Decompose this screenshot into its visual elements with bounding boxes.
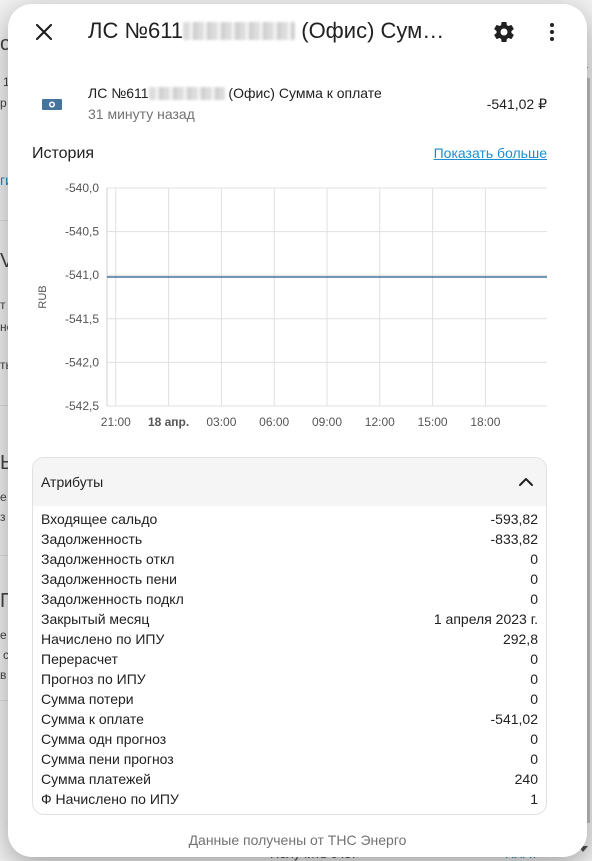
- close-button[interactable]: [32, 20, 56, 44]
- attribute-label: Закрытый месяц: [41, 611, 150, 627]
- attribute-label: Задолженность пени: [41, 571, 177, 587]
- history-chart[interactable]: -540,0 -540,5 -541,0 -541,5 -542,0 -542,521:0…: [32, 174, 552, 444]
- attribute-row: Сумма платежей 240: [33, 769, 546, 789]
- attribute-row: Сумма пени прогноз 0: [33, 749, 546, 769]
- attribute-label: Начислено по ИПУ: [41, 631, 165, 647]
- attribute-label: Сумма одн прогноз: [41, 731, 167, 747]
- bg-fragment: т: [0, 298, 6, 312]
- attribute-row: Сумма одн прогноз 0: [33, 729, 546, 749]
- attribute-value: 1 апреля 2023 г.: [433, 611, 538, 627]
- entity-value: -541,02 ₽: [486, 96, 547, 112]
- attribute-label: Задолженность: [41, 531, 143, 547]
- attribute-value: 1: [530, 791, 538, 807]
- attribute-value: 0: [530, 671, 538, 687]
- x-tick-label: 15:00: [418, 415, 448, 429]
- attribute-label: Задолженность откл: [41, 551, 175, 567]
- attribute-label: Ф Начислено по ИПУ: [41, 791, 179, 807]
- attribute-value: 0: [530, 591, 538, 607]
- x-tick-label: 12:00: [365, 415, 395, 429]
- last-changed: 31 минуту назад: [88, 106, 195, 122]
- y-tick-label: -541,5: [65, 312, 99, 326]
- redacted-block: [148, 87, 225, 100]
- settings-button[interactable]: [492, 20, 516, 44]
- more-info-dialog: ЛС №611 (Офис) Сумм… ЛС №611 (Офис) Сумм…: [8, 4, 587, 857]
- entity-name-suffix: (Офис) Сумма к оплате: [224, 85, 382, 101]
- dots-vertical-icon: [550, 23, 554, 41]
- y-tick-label: -542,5: [65, 399, 99, 413]
- attribute-row: Перерасчет 0: [33, 649, 546, 669]
- attribute-value: 292,8: [502, 631, 538, 647]
- attribute-value: -541,02: [490, 711, 538, 727]
- more-options-button[interactable]: [540, 20, 564, 44]
- attribute-row: Сумма к оплате -541,02: [33, 709, 546, 729]
- attribute-value: 240: [514, 771, 538, 787]
- attributes-list: Входящее сальдо -593,82 Задолженность -833,…: [33, 506, 546, 809]
- attribute-row: Задолженность откл 0: [33, 549, 546, 569]
- gear-icon: [494, 22, 514, 42]
- attribute-row: Закрытый месяц 1 апреля 2023 г.: [33, 609, 546, 629]
- history-title: История: [32, 145, 95, 162]
- y-tick-label: -540,0: [65, 181, 99, 195]
- x-tick-label: 03:00: [206, 415, 236, 429]
- y-tick-label: -542,0: [65, 355, 99, 369]
- bg-fragment: в: [0, 668, 7, 682]
- attribute-row: Задолженность подкл 0: [33, 589, 546, 609]
- attribute-label: Прогноз по ИПУ: [41, 671, 146, 687]
- y-tick-label: -540,5: [65, 225, 99, 239]
- dialog-header: ЛС №611 (Офис) Сумм…: [8, 4, 587, 60]
- attribute-value: 0: [530, 731, 538, 747]
- attribute-label: Сумма потери: [41, 691, 134, 707]
- attribute-value: 0: [530, 571, 538, 587]
- attribute-value: 0: [530, 651, 538, 667]
- attribute-label: Входящее сальдо: [41, 511, 158, 527]
- attribute-label: Сумма пени прогноз: [41, 751, 174, 767]
- show-more-link[interactable]: Показать больше: [434, 145, 547, 161]
- bg-fragment: з: [0, 510, 6, 524]
- bg-fragment: р: [0, 96, 7, 110]
- entity-name: ЛС №611 (Офис) Сумма к оплате: [88, 85, 382, 101]
- attribute-value: 0: [530, 751, 538, 767]
- cash-icon: [42, 99, 62, 110]
- attribute-row: Задолженность пени 0: [33, 569, 546, 589]
- x-tick-label: 09:00: [312, 415, 342, 429]
- attribute-row: Входящее сальдо -593,82: [33, 509, 546, 529]
- entity-name-prefix: ЛС №611: [88, 85, 149, 101]
- attribute-value: -833,82: [490, 531, 538, 547]
- attribute-row: Сумма потери 0: [33, 689, 546, 709]
- x-tick-label: 21:00: [101, 415, 131, 429]
- attribute-row: Начислено по ИПУ 292,8: [33, 629, 546, 649]
- x-tick-label: 06:00: [259, 415, 289, 429]
- title-suffix: (Офис) Сумм…: [295, 18, 448, 43]
- attribute-row: Ф Начислено по ИПУ 1: [33, 789, 546, 809]
- dialog-title: ЛС №611 (Офис) Сумм…: [88, 18, 448, 44]
- title-prefix: ЛС №611: [88, 18, 184, 43]
- entity-state-row: ЛС №611 (Офис) Сумма к оплате 31 минуту …: [8, 82, 587, 126]
- attribute-row: Задолженность -833,82: [33, 529, 546, 549]
- attribute-row: Прогноз по ИПУ 0: [33, 669, 546, 689]
- bg-fragment: е: [0, 490, 7, 504]
- attributes-panel: Атрибуты Входящее сальдо -593,82 Задолженн…: [32, 457, 547, 815]
- attribute-label: Сумма платежей: [41, 771, 151, 787]
- x-tick-label: 18:00: [470, 415, 500, 429]
- y-tick-label: -541,0: [65, 268, 99, 282]
- attribute-label: Перерасчет: [41, 651, 118, 667]
- close-icon: [35, 23, 53, 41]
- attribute-label: Задолженность подкл: [41, 591, 184, 607]
- attribute-value: 0: [530, 551, 538, 567]
- attribute-label: Сумма к оплате: [41, 711, 144, 727]
- attributes-header[interactable]: Атрибуты: [33, 458, 546, 506]
- x-tick-label: 18 апр.: [148, 415, 189, 429]
- attribution-footer: Данные получены от ТНС Энерго: [188, 832, 407, 848]
- bg-fragment: е: [0, 628, 7, 642]
- attributes-title: Атрибуты: [41, 474, 104, 490]
- redacted-block: [183, 22, 296, 40]
- attribute-value: 0: [530, 691, 538, 707]
- chevron-up-icon: [519, 478, 533, 486]
- attribute-value: -593,82: [490, 511, 538, 527]
- y-axis-label: RUB: [37, 285, 49, 308]
